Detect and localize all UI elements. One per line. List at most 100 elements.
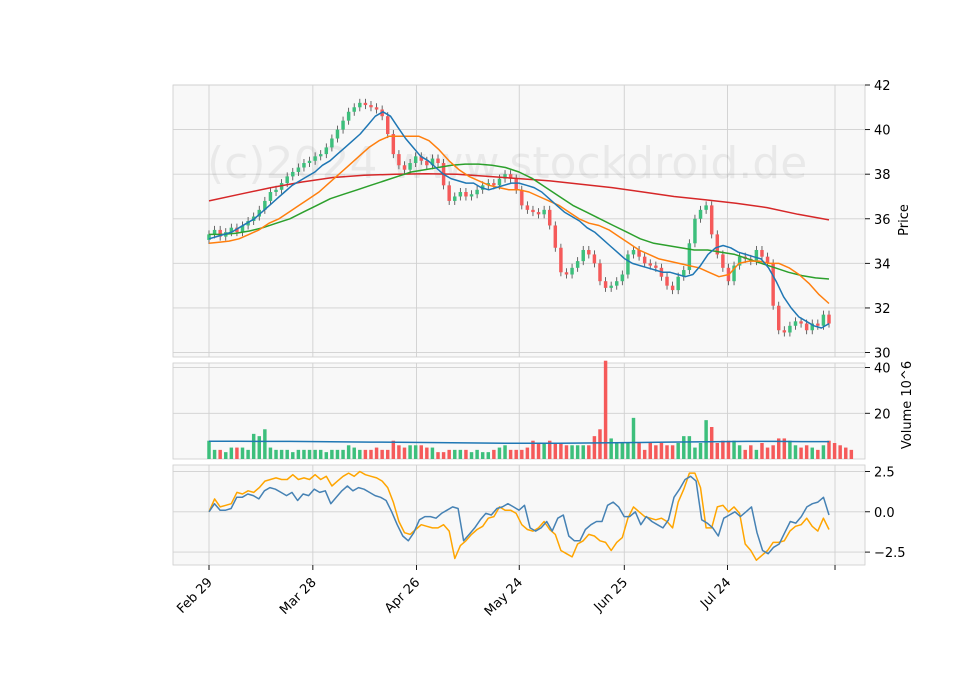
candle-up: [693, 218, 697, 244]
candle-down: [592, 254, 597, 264]
volume-bar: [464, 449, 468, 459]
price-axis-label: Price: [897, 204, 912, 236]
candle-down: [654, 265, 658, 268]
volume-bar: [324, 452, 329, 459]
candle-up: [268, 192, 273, 201]
candle-down: [369, 105, 373, 108]
volume-bar: [212, 449, 217, 459]
x-tick-label: Mar 28: [277, 575, 320, 618]
candle-up: [318, 154, 323, 157]
candle-down: [799, 321, 803, 324]
candle-up: [330, 138, 334, 148]
volume-bar: [436, 452, 440, 459]
candle-up: [788, 325, 792, 333]
price-tick-label: 36: [874, 213, 891, 228]
volume-bar: [715, 443, 720, 459]
volume-bar: [369, 449, 373, 459]
candle-up: [620, 274, 625, 282]
volume-bar: [670, 445, 675, 459]
volume-bar: [631, 417, 636, 459]
candle-up: [302, 163, 306, 168]
x-tick-label: Feb 29: [174, 575, 216, 617]
candle-up: [821, 314, 826, 326]
volume-bar: [363, 449, 368, 459]
volume-bar: [709, 427, 714, 459]
volume-bar: [687, 436, 692, 459]
price-tick-label: 34: [874, 257, 891, 272]
volume-bar: [419, 445, 423, 459]
volume-bar: [620, 443, 625, 459]
volume-bar: [609, 438, 613, 459]
volume-bar: [693, 447, 697, 459]
candle-up: [676, 276, 680, 291]
volume-bar: [810, 447, 814, 459]
candle-down: [374, 107, 379, 110]
candle-up: [341, 120, 345, 130]
candle-down: [665, 276, 669, 286]
candle-up: [296, 167, 301, 172]
candle-up: [475, 189, 479, 195]
candle-up: [615, 281, 619, 286]
candle-up: [274, 189, 278, 193]
candle-down: [648, 263, 652, 266]
volume-bar: [263, 429, 267, 459]
candle-down: [525, 205, 530, 210]
volume-bar: [469, 452, 474, 459]
x-tick-label: Jun 25: [591, 575, 631, 615]
volume-bar: [536, 443, 541, 459]
candle-down: [391, 134, 396, 155]
volume-bar: [458, 449, 463, 459]
volume-bar: [765, 447, 770, 459]
volume-bar: [246, 449, 250, 459]
volume-bar: [732, 440, 736, 459]
volume-bar: [676, 443, 680, 459]
volume-bar: [425, 447, 429, 459]
candle-up: [626, 254, 630, 275]
candle-up: [313, 156, 317, 161]
price-tick-label: 38: [874, 168, 891, 183]
candle-down: [520, 189, 524, 206]
volume-bar: [665, 445, 669, 459]
candle-down: [776, 305, 781, 331]
volume-bar: [341, 449, 345, 459]
volume-axis-label: Volume 10^6: [900, 361, 915, 449]
volume-bar: [771, 445, 775, 459]
volume-bar: [486, 452, 491, 459]
volume-bar: [827, 440, 831, 459]
volume-bar: [525, 447, 530, 459]
indicator-tick-label: 2.5: [874, 465, 895, 480]
candle-down: [402, 165, 407, 170]
candle-up: [542, 209, 546, 215]
volume-bar: [637, 443, 641, 459]
candle-down: [709, 205, 714, 235]
volume-bar: [844, 447, 848, 459]
volume-bar: [391, 440, 396, 459]
candle-down: [447, 185, 451, 201]
candle-down: [436, 158, 440, 164]
price-tick-label: 30: [874, 347, 891, 362]
volume-bar: [654, 445, 658, 459]
volume-bar: [492, 449, 496, 459]
volume-bar: [648, 443, 652, 459]
volume-bar: [726, 440, 731, 459]
volume-bar: [346, 445, 351, 459]
volume-bar: [441, 452, 446, 459]
candle-down: [603, 281, 608, 288]
candle-down: [587, 249, 591, 255]
volume-bar: [386, 449, 390, 459]
volume-bar: [302, 449, 306, 459]
volume-bar: [235, 447, 239, 459]
candle-up: [335, 129, 340, 139]
volume-bar: [447, 449, 451, 459]
candle-up: [458, 192, 463, 197]
candle-down: [363, 102, 368, 106]
volume-bar: [408, 445, 412, 459]
volume-bar: [402, 447, 407, 459]
volume-bar: [788, 440, 792, 459]
candle-up: [358, 102, 362, 108]
volume-bar: [838, 445, 842, 459]
volume-bar: [570, 445, 574, 459]
volume-bar: [704, 420, 708, 459]
volume-bar: [374, 447, 379, 459]
candle-up: [346, 111, 351, 121]
